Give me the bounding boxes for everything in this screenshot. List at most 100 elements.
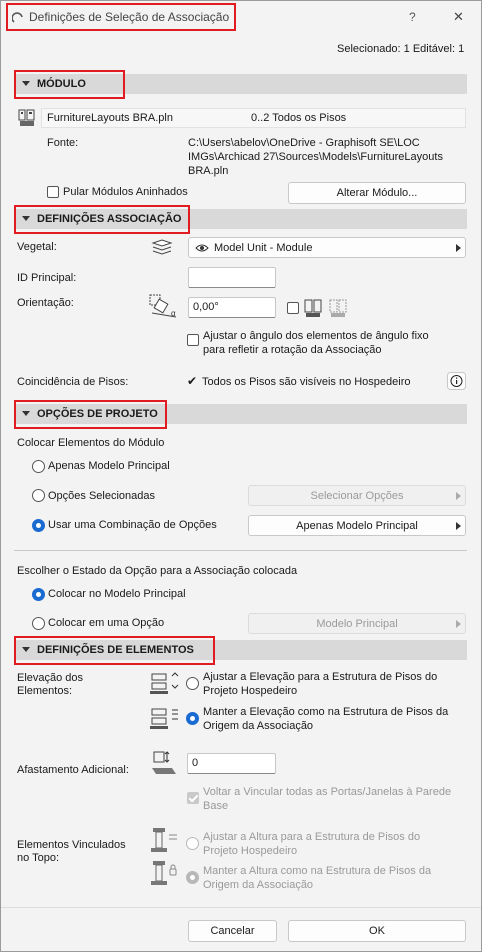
top-keep-line1: Manter a Altura como na Estrutura de Pis… xyxy=(203,865,432,877)
place-elements-label: Colocar Elementos do Módulo xyxy=(17,437,165,449)
section-module[interactable]: MÓDULO xyxy=(14,74,467,94)
combination-radio[interactable] xyxy=(32,519,45,532)
dropdown-arrow-icon xyxy=(456,244,461,252)
source-path-line3: BRA.pln xyxy=(188,165,229,177)
collapse-triangle-icon xyxy=(22,81,30,86)
section-element-settings[interactable]: DEFINIÇÕES DE ELEMENTOS xyxy=(14,640,467,660)
selected-options-radio[interactable] xyxy=(32,489,45,502)
selected-options-label: Opções Selecionadas xyxy=(48,490,156,502)
info-icon[interactable] xyxy=(447,372,466,390)
offset-input[interactable]: 0 xyxy=(187,753,276,774)
archicad-logo-icon xyxy=(12,12,23,23)
top-linked-label-line2: no Topo: xyxy=(17,852,60,864)
orientation-input[interactable]: 0,00° xyxy=(188,297,276,318)
place-main-model-label: Colocar no Modelo Principal xyxy=(48,588,186,600)
offset-label: Afastamento Adicional: xyxy=(17,764,129,776)
dropdown-arrow-icon xyxy=(456,620,461,628)
relink-checkbox[interactable] xyxy=(187,792,199,804)
top-adjust-line2: Projeto Hospedeiro xyxy=(203,845,298,857)
ok-button[interactable]: OK xyxy=(288,920,466,942)
close-icon[interactable]: ✕ xyxy=(453,9,464,25)
dialog-window: Definições de Seleção de Associação ? ✕ … xyxy=(0,0,482,952)
adjust-angle-label-line1: Ajustar o ângulo dos elementos de ângulo… xyxy=(203,330,429,342)
source-path-line1: C:\Users\abelov\OneDrive - Graphisoft SE… xyxy=(188,137,420,149)
main-only-label: Apenas Modelo Principal xyxy=(48,460,170,472)
cancel-button[interactable]: Cancelar xyxy=(188,920,277,942)
adjust-angle-label-line2: para refletir a rotação da Associação xyxy=(203,344,382,356)
top-keep-icon xyxy=(151,861,177,885)
layer-label: Vegetal: xyxy=(17,241,57,253)
elev-keep-line2: Origem da Associação xyxy=(203,720,314,732)
top-adjust-line1: Ajustar a Altura para a Estrutura de Pis… xyxy=(203,831,421,843)
layer-stack-icon xyxy=(151,239,173,255)
master-id-label: ID Principal: xyxy=(17,272,77,284)
window-title: Definições de Seleção de Associação xyxy=(29,10,230,24)
top-adjust-icon xyxy=(151,828,177,852)
source-path-line2: IMGs\Archicad 27\Sources\Models\Furnitur… xyxy=(188,151,443,163)
top-adjust-radio[interactable] xyxy=(186,837,199,850)
module-file-name: FurnitureLayouts BRA.pln xyxy=(47,112,173,124)
main-only-radio[interactable] xyxy=(32,460,45,473)
master-id-input[interactable] xyxy=(188,267,276,288)
mirror-checkbox[interactable] xyxy=(287,302,299,314)
top-linked-label-line1: Elementos Vinculados xyxy=(17,839,126,851)
module-file-icon xyxy=(18,109,35,126)
section-title: OPÇÕES DE PROJETO xyxy=(37,408,158,420)
elevation-label-line2: Elementos: xyxy=(17,685,73,697)
svg-text:α: α xyxy=(171,309,176,318)
place-main-model-radio[interactable] xyxy=(32,588,45,601)
elevation-adjust-icon xyxy=(150,672,179,694)
option-dropdown[interactable]: Modelo Principal xyxy=(248,613,466,634)
change-module-button[interactable]: Alterar Módulo... xyxy=(288,182,466,204)
eye-icon xyxy=(195,244,209,252)
section-design-options[interactable]: OPÇÕES DE PROJETO xyxy=(14,404,467,424)
collapse-triangle-icon xyxy=(22,216,30,221)
place-in-option-label: Colocar em uma Opção xyxy=(48,617,165,629)
checkmark-icon: ✔ xyxy=(187,374,198,388)
top-keep-radio[interactable] xyxy=(186,871,199,884)
choose-state-label: Escolher o Estado da Opção para a Associ… xyxy=(17,565,298,577)
offset-icon xyxy=(152,751,176,774)
layer-value: Model Unit - Module xyxy=(214,242,313,254)
orientation-label: Orientação: xyxy=(17,297,74,309)
elevation-keep-icon xyxy=(150,708,178,729)
elev-adjust-radio[interactable] xyxy=(186,677,199,690)
option-value: Modelo Principal xyxy=(316,618,398,630)
elev-adjust-line2: Projeto Hospedeiro xyxy=(203,685,298,697)
relink-line1: Voltar a Vincular todas as Portas/Janela… xyxy=(203,786,452,798)
section-title: DEFINIÇÕES ASSOCIAÇÃO xyxy=(37,213,182,225)
rotation-angle-icon: α xyxy=(149,294,177,318)
select-options-label: Selecionar Opções xyxy=(310,490,404,502)
story-match-value: Todos os Pisos são visíveis no Hospedeir… xyxy=(202,376,411,388)
combination-dropdown[interactable]: Apenas Modelo Principal xyxy=(248,515,466,536)
skip-nested-checkbox[interactable] xyxy=(47,186,59,198)
story-match-label: Coincidência de Pisos: xyxy=(17,376,129,388)
dropdown-arrow-icon xyxy=(456,522,461,530)
elev-adjust-line1: Ajustar a Elevação para a Estrutura de P… xyxy=(203,671,438,683)
source-label: Fonte: xyxy=(47,137,79,149)
layer-dropdown[interactable]: Model Unit - Module xyxy=(188,237,466,258)
place-in-option-radio[interactable] xyxy=(32,617,45,630)
collapse-triangle-icon xyxy=(22,647,30,652)
dropdown-arrow-icon xyxy=(456,492,461,500)
section-title: DEFINIÇÕES DE ELEMENTOS xyxy=(37,644,194,656)
combination-label: Usar uma Combinação de Opções xyxy=(48,519,217,531)
elevation-label-line1: Elevação dos xyxy=(17,672,84,684)
adjust-angle-checkbox[interactable] xyxy=(187,334,199,346)
module-floors: 0..2 Todos os Pisos xyxy=(251,112,347,124)
collapse-triangle-icon xyxy=(22,411,30,416)
skip-nested-label: Pular Módulos Aninhados xyxy=(63,186,188,198)
footer-divider xyxy=(1,907,481,908)
title-bar: Definições de Seleção de Associação ? ✕ xyxy=(1,1,481,33)
select-options-button[interactable]: Selecionar Opções xyxy=(248,485,466,506)
section-hotlink-settings[interactable]: DEFINIÇÕES ASSOCIAÇÃO xyxy=(14,209,467,229)
top-keep-line2: Origem da Associação xyxy=(203,879,314,891)
elev-keep-line1: Manter a Elevação como na Estrutura de P… xyxy=(203,706,449,718)
divider xyxy=(14,550,467,551)
selection-status: Selecionado: 1 Editável: 1 xyxy=(337,43,465,55)
section-title: MÓDULO xyxy=(37,78,86,90)
combination-value: Apenas Modelo Principal xyxy=(296,520,418,532)
help-button[interactable]: ? xyxy=(409,10,416,24)
relink-line2: Base xyxy=(203,800,229,812)
elev-keep-radio[interactable] xyxy=(186,712,199,725)
